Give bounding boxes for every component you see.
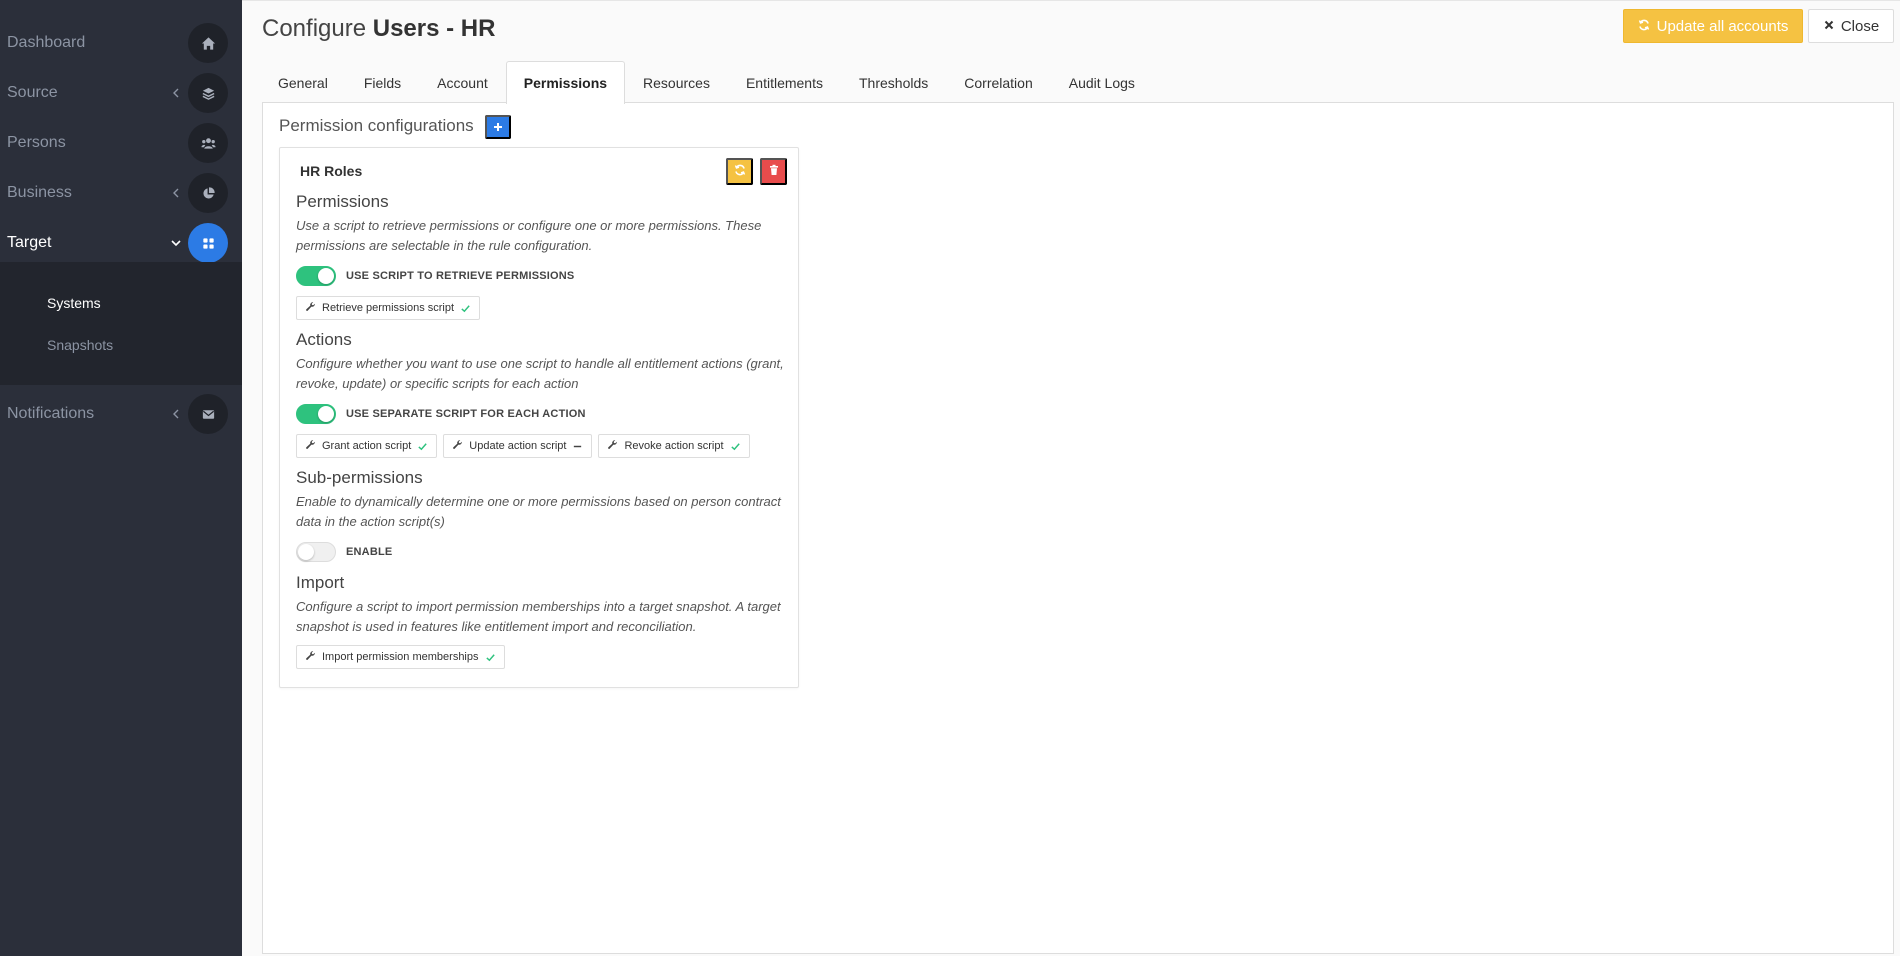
tab-panel-permissions: Permission configurations HR Roles Permi… <box>262 102 1894 954</box>
sidebar-item-source[interactable]: Source <box>0 68 242 118</box>
permissions-toggle-row: USE SCRIPT TO RETRIEVE PERMISSIONS <box>296 266 574 286</box>
refresh-configuration-button[interactable] <box>726 158 753 185</box>
subpermissions-subtitle: Sub-permissions <box>296 468 423 487</box>
page-title-name: Users - HR <box>372 15 496 42</box>
separate-script-toggle[interactable] <box>296 404 336 424</box>
chevron-left-icon <box>170 408 182 420</box>
layers-icon <box>188 73 228 113</box>
enable-subpermissions-toggle-label: ENABLE <box>346 546 393 558</box>
plus-icon <box>493 120 503 135</box>
permissions-chip-row: Retrieve permissions script <box>296 296 481 320</box>
tab-fields[interactable]: Fields <box>346 61 419 103</box>
chip-label: Retrieve permissions script <box>322 302 455 314</box>
check-icon <box>730 441 741 452</box>
pie-chart-icon <box>188 173 228 213</box>
tab-entitlements[interactable]: Entitlements <box>728 61 841 103</box>
check-icon <box>417 441 428 452</box>
sidebar-subitem-snapshots[interactable]: Snapshots <box>47 337 113 353</box>
import-subtitle: Import <box>296 573 345 592</box>
permission-configuration-card: HR Roles Permissions Use a script to ret… <box>279 147 799 688</box>
grid-icon <box>188 223 228 263</box>
subpermissions-toggle-row: ENABLE <box>296 542 392 562</box>
page-title-prefix: Configure <box>262 15 367 42</box>
actions-chip-row: Grant action script Update action script… <box>296 434 750 458</box>
tab-bar: General Fields Account Permissions Resou… <box>260 61 1153 104</box>
tab-audit-logs[interactable]: Audit Logs <box>1051 61 1153 103</box>
wrench-icon <box>305 650 316 664</box>
add-permission-configuration-button[interactable] <box>485 115 511 139</box>
sidebar-subitem-systems[interactable]: Systems <box>47 295 101 311</box>
close-icon <box>1823 18 1835 35</box>
update-all-accounts-button[interactable]: Update all accounts <box>1623 9 1803 43</box>
users-icon <box>188 123 228 163</box>
close-label: Close <box>1840 17 1880 35</box>
home-icon <box>188 23 228 63</box>
refresh-icon <box>734 164 746 179</box>
section-title: Permission configurations <box>279 116 474 135</box>
wrench-icon <box>607 439 618 453</box>
close-button[interactable]: Close <box>1808 9 1894 43</box>
separate-script-toggle-label: USE SEPARATE SCRIPT FOR EACH ACTION <box>346 408 586 420</box>
tab-account[interactable]: Account <box>419 61 506 103</box>
refresh-icon <box>1638 18 1650 35</box>
sidebar-item-target[interactable]: Target <box>0 218 242 268</box>
tab-resources[interactable]: Resources <box>625 61 728 103</box>
sidebar-item-notifications[interactable]: Notifications <box>0 389 242 439</box>
wrench-icon <box>305 439 316 453</box>
sidebar: Dashboard Source Persons Business Target <box>0 0 242 956</box>
sidebar-submenu-target: Systems Snapshots <box>0 262 242 385</box>
enable-subpermissions-toggle[interactable] <box>296 542 336 562</box>
chevron-left-icon <box>170 87 182 99</box>
permissions-description: Use a script to retrieve permissions or … <box>296 218 762 253</box>
sidebar-item-dashboard[interactable]: Dashboard <box>0 18 242 68</box>
check-icon <box>485 652 496 663</box>
card-title: HR Roles <box>300 163 363 179</box>
tab-general[interactable]: General <box>260 61 346 103</box>
actions-description: Configure whether you want to use one sc… <box>296 356 784 391</box>
revoke-action-script-button[interactable]: Revoke action script <box>598 434 750 458</box>
page-title: Configure Users - HR <box>262 15 495 43</box>
chip-label: Grant action script <box>322 440 412 452</box>
actions-subtitle: Actions <box>296 330 352 349</box>
sidebar-item-label: Target <box>7 234 52 251</box>
update-all-accounts-label: Update all accounts <box>1656 17 1789 35</box>
main-content: Configure Users - HR Update all accounts… <box>242 0 1900 956</box>
tab-correlation[interactable]: Correlation <box>946 61 1050 103</box>
chip-label: Update action script <box>469 440 567 452</box>
sidebar-item-label: Business <box>7 184 72 201</box>
trash-icon <box>768 164 780 179</box>
delete-configuration-button[interactable] <box>760 158 787 185</box>
import-description: Configure a script to import permission … <box>296 599 781 634</box>
wrench-icon <box>452 439 463 453</box>
sidebar-item-label: Persons <box>7 134 66 151</box>
grant-action-script-button[interactable]: Grant action script <box>296 434 438 458</box>
chip-label: Revoke action script <box>624 440 724 452</box>
import-permission-memberships-button[interactable]: Import permission memberships <box>296 645 505 669</box>
chevron-left-icon <box>170 187 182 199</box>
chevron-down-icon <box>170 237 182 249</box>
envelope-icon <box>188 394 228 434</box>
sidebar-item-label: Source <box>7 84 58 101</box>
use-script-toggle-label: USE SCRIPT TO RETRIEVE PERMISSIONS <box>346 270 575 282</box>
sidebar-item-business[interactable]: Business <box>0 168 242 218</box>
dash-icon <box>572 441 583 452</box>
retrieve-permissions-script-button[interactable]: Retrieve permissions script <box>296 296 481 320</box>
use-script-toggle[interactable] <box>296 266 336 286</box>
wrench-icon <box>305 301 316 315</box>
update-action-script-button[interactable]: Update action script <box>443 434 593 458</box>
chip-label: Import permission memberships <box>322 651 479 663</box>
sidebar-item-persons[interactable]: Persons <box>0 118 242 168</box>
tab-permissions[interactable]: Permissions <box>505 61 626 104</box>
permissions-subtitle: Permissions <box>296 192 389 211</box>
sidebar-item-label: Dashboard <box>7 34 86 51</box>
tab-thresholds[interactable]: Thresholds <box>841 61 946 103</box>
sidebar-item-label: Notifications <box>7 405 95 422</box>
check-icon <box>460 303 471 314</box>
subpermissions-description: Enable to dynamically determine one or m… <box>296 494 781 529</box>
import-chip-row: Import permission memberships <box>296 645 505 669</box>
actions-toggle-row: USE SEPARATE SCRIPT FOR EACH ACTION <box>296 404 586 424</box>
